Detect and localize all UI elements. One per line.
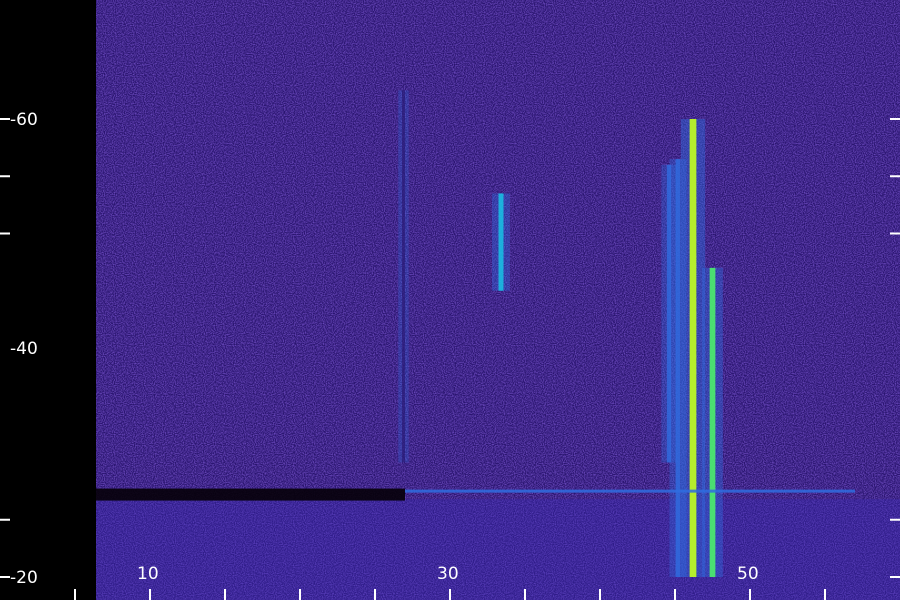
y-tick-label-20: -20 [10, 568, 38, 588]
feature-line-6 [405, 489, 855, 493]
feature-line-5 [402, 90, 405, 463]
feature-line-0 [689, 119, 697, 577]
feature-line-3 [709, 267, 716, 577]
plot-area [96, 0, 900, 600]
x-tick-label-50: 50 [737, 564, 759, 584]
feature-band-7 [96, 488, 405, 501]
y-tick-label-40: -40 [10, 339, 38, 359]
y-tick-label-60: -60 [10, 110, 38, 130]
x-tick-label-10: 10 [137, 564, 159, 584]
feature-line-4 [498, 193, 504, 291]
lower-band-shade [96, 499, 900, 600]
feature-line-2 [666, 164, 672, 463]
x-tick-label-30: 30 [437, 564, 459, 584]
spectrogram-chart: -60 -40 -20 10 30 50 [0, 0, 900, 600]
